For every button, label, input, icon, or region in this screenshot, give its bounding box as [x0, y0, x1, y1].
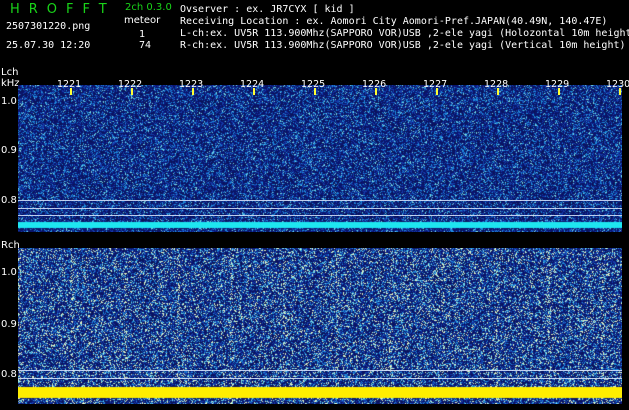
lch-marker-line — [18, 200, 622, 201]
rch-ytick-0-9: 0.9 — [1, 319, 17, 330]
rch-label: Rch — [1, 240, 20, 251]
lch-label: Lch — [1, 67, 19, 78]
lch-ytick-1-0: 1.0 — [1, 96, 17, 107]
time-tick-mark — [436, 88, 438, 95]
lch-info: L-ch:ex. UV5R 113.900Mhz(SAPPORO VOR)USB… — [180, 28, 629, 39]
lch-meteor-count: 1 — [139, 29, 146, 40]
lch-ytick-0-8: 0.8 — [1, 195, 17, 206]
rch-info: R-ch:ex. UV5R 113.900Mhz(SAPPORO VOR)USB… — [180, 40, 626, 51]
time-tick-mark — [253, 88, 255, 95]
rch-marker-line — [18, 370, 622, 371]
time-tick-mark — [70, 88, 72, 95]
location-info: Receiving Location : ex. Aomori City Aom… — [180, 16, 608, 27]
time-tick-mark — [619, 88, 621, 95]
observer-info: Ovserver : ex. JR7CYX [ kid ] — [180, 4, 355, 15]
time-tick-label: 1230 — [606, 79, 629, 90]
lch-spectrogram — [18, 85, 622, 232]
rch-meteor-count: 74 — [139, 40, 152, 51]
time-tick-mark — [192, 88, 194, 95]
meteor-count-label: meteor — [124, 15, 161, 26]
mode-label: 2ch 0.3.0 — [125, 2, 172, 13]
capture-datetime: 25.07.30 12:20 — [6, 40, 91, 51]
image-filename: 2507301220.png — [6, 21, 91, 32]
hrofft-window: HROFFT 2507301220.png 25.07.30 12:20 2ch… — [0, 0, 629, 410]
freq-unit-label: kHz — [1, 78, 20, 89]
rch-ytick-1-0: 1.0 — [1, 267, 17, 278]
lch-marker-line — [18, 208, 622, 209]
lch-ytick-0-9: 0.9 — [1, 145, 17, 156]
app-logo: HROFFT — [10, 2, 116, 17]
time-tick-mark — [131, 88, 133, 95]
lch-marker-line — [18, 215, 622, 216]
time-tick-mark — [314, 88, 316, 95]
rch-ytick-0-8: 0.8 — [1, 369, 17, 380]
time-tick-mark — [375, 88, 377, 95]
rch-spectrogram — [18, 248, 622, 404]
rch-marker-line — [18, 378, 622, 379]
time-tick-mark — [497, 88, 499, 95]
time-tick-mark — [558, 88, 560, 95]
